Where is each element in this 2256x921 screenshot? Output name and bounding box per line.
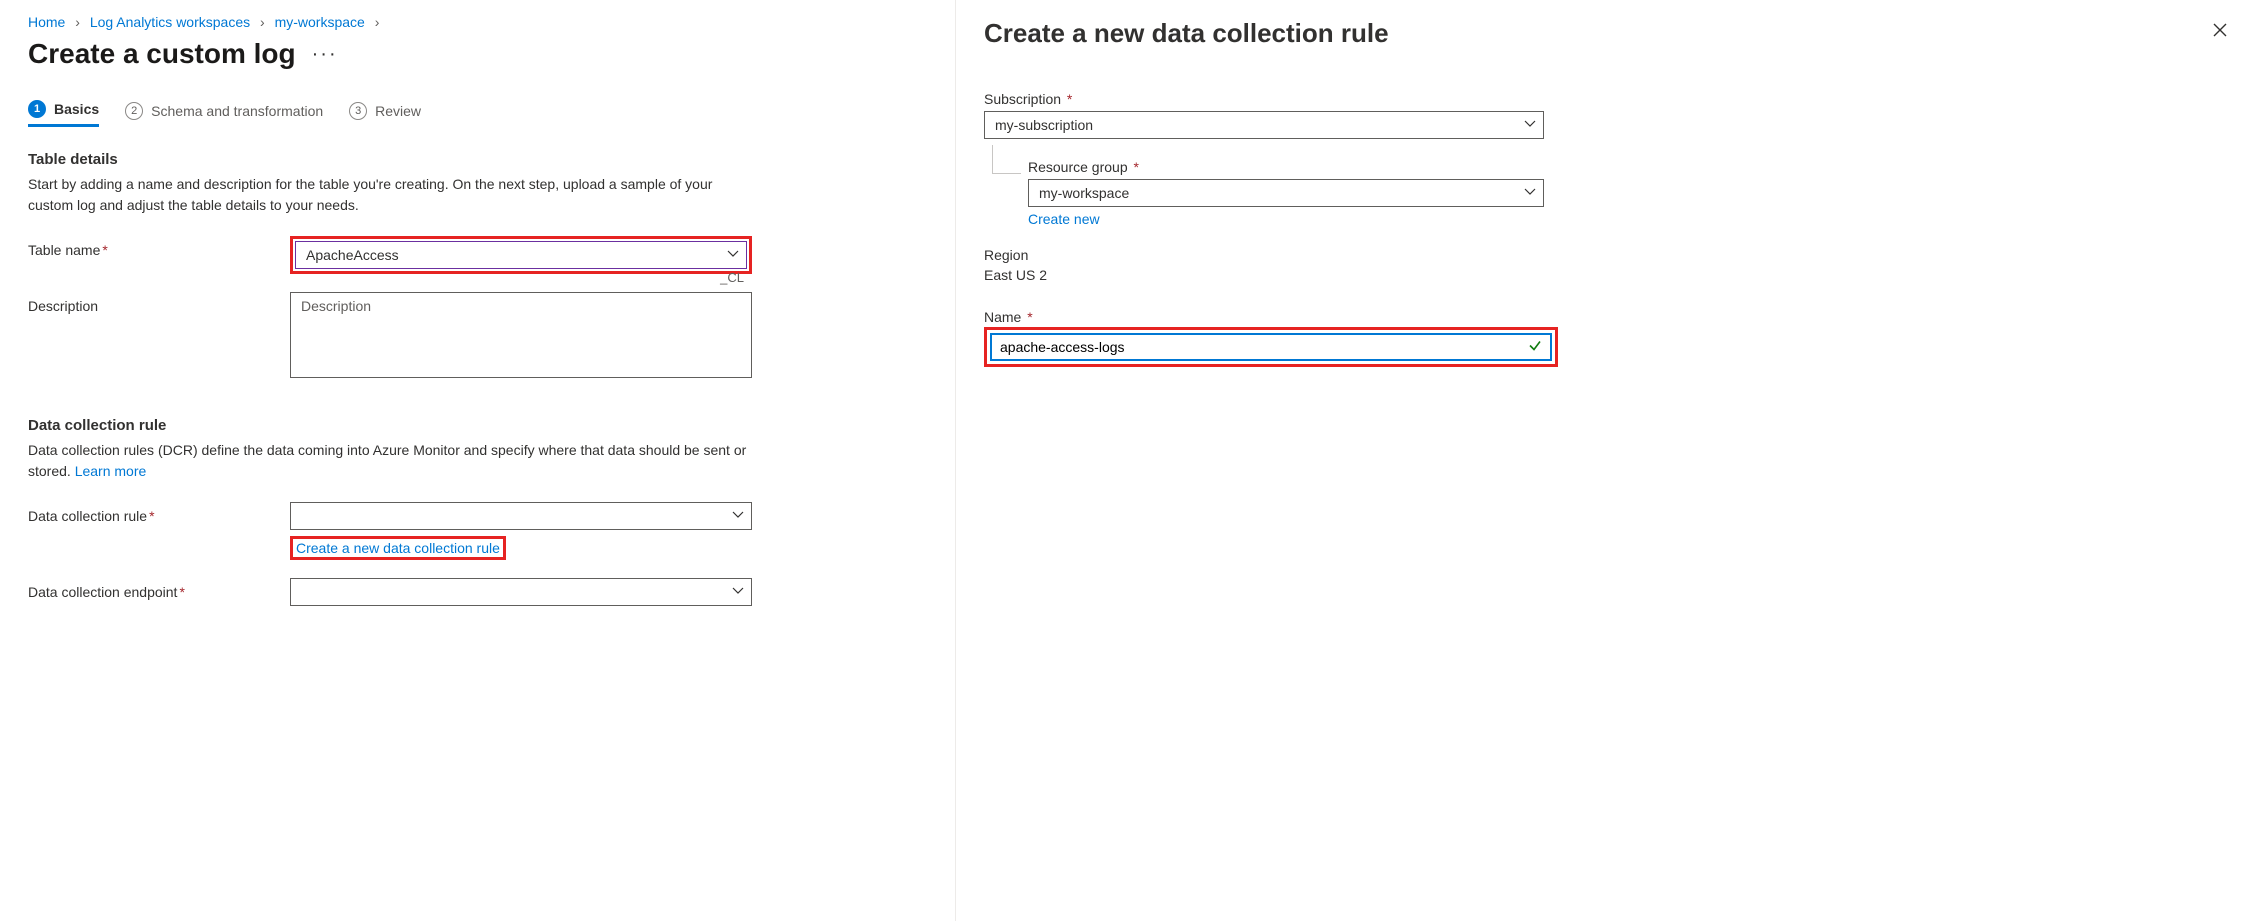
create-dcr-highlight: Create a new data collection rule	[290, 536, 506, 560]
side-panel-title: Create a new data collection rule	[984, 18, 2228, 49]
subscription-select[interactable]: my-subscription	[984, 111, 1544, 139]
create-dcr-link[interactable]: Create a new data collection rule	[296, 540, 500, 556]
create-new-rg-link[interactable]: Create new	[1028, 211, 1100, 227]
learn-more-link[interactable]: Learn more	[75, 463, 147, 479]
table-name-highlight	[290, 236, 752, 274]
tab-schema[interactable]: 2 Schema and transformation	[125, 102, 323, 126]
page-title: Create a custom log	[28, 38, 296, 70]
dcr-endpoint-select[interactable]	[290, 578, 752, 606]
table-name-suffix: _CL	[720, 270, 744, 285]
dcr-rule-select[interactable]	[290, 502, 752, 530]
description-label: Description	[28, 292, 290, 314]
step-number-icon: 3	[349, 102, 367, 120]
breadcrumb-sep: ›	[260, 14, 265, 30]
resource-group-select[interactable]: my-workspace	[1028, 179, 1544, 207]
breadcrumb-sep: ›	[75, 14, 80, 30]
breadcrumb-sep: ›	[375, 14, 380, 30]
check-icon	[1528, 339, 1542, 356]
step-number-icon: 1	[28, 100, 46, 118]
dcr-name-label: Name *	[984, 309, 2228, 325]
step-number-icon: 2	[125, 102, 143, 120]
resource-group-label: Resource group *	[1028, 159, 2228, 175]
breadcrumb-workspaces[interactable]: Log Analytics workspaces	[90, 14, 250, 30]
breadcrumb: Home › Log Analytics workspaces › my-wor…	[28, 14, 927, 30]
tab-review[interactable]: 3 Review	[349, 102, 421, 126]
dcr-desc: Data collection rules (DCR) define the d…	[28, 440, 748, 482]
table-details-heading: Table details	[28, 151, 927, 168]
region-label: Region	[984, 247, 2228, 263]
subscription-label: Subscription *	[984, 91, 2228, 107]
dcr-rule-label: Data collection rule*	[28, 502, 290, 524]
tab-basics[interactable]: 1 Basics	[28, 100, 99, 127]
breadcrumb-my-workspace[interactable]: my-workspace	[275, 14, 365, 30]
table-details-desc: Start by adding a name and description f…	[28, 174, 748, 216]
tab-review-label: Review	[375, 103, 421, 119]
table-name-label: Table name*	[28, 236, 290, 258]
breadcrumb-home[interactable]: Home	[28, 14, 65, 30]
tab-basics-label: Basics	[54, 101, 99, 117]
region-value: East US 2	[984, 267, 2228, 283]
dcr-endpoint-label: Data collection endpoint*	[28, 578, 290, 600]
dcr-name-input[interactable]	[992, 335, 1550, 359]
dcr-heading: Data collection rule	[28, 417, 927, 434]
table-name-input[interactable]	[295, 241, 747, 269]
close-icon[interactable]	[2212, 22, 2228, 41]
more-actions-icon[interactable]: ···	[312, 43, 338, 66]
wizard-tabs: 1 Basics 2 Schema and transformation 3 R…	[28, 100, 927, 127]
description-input[interactable]	[290, 292, 752, 378]
dcr-name-highlight	[984, 327, 1558, 367]
tab-schema-label: Schema and transformation	[151, 103, 323, 119]
